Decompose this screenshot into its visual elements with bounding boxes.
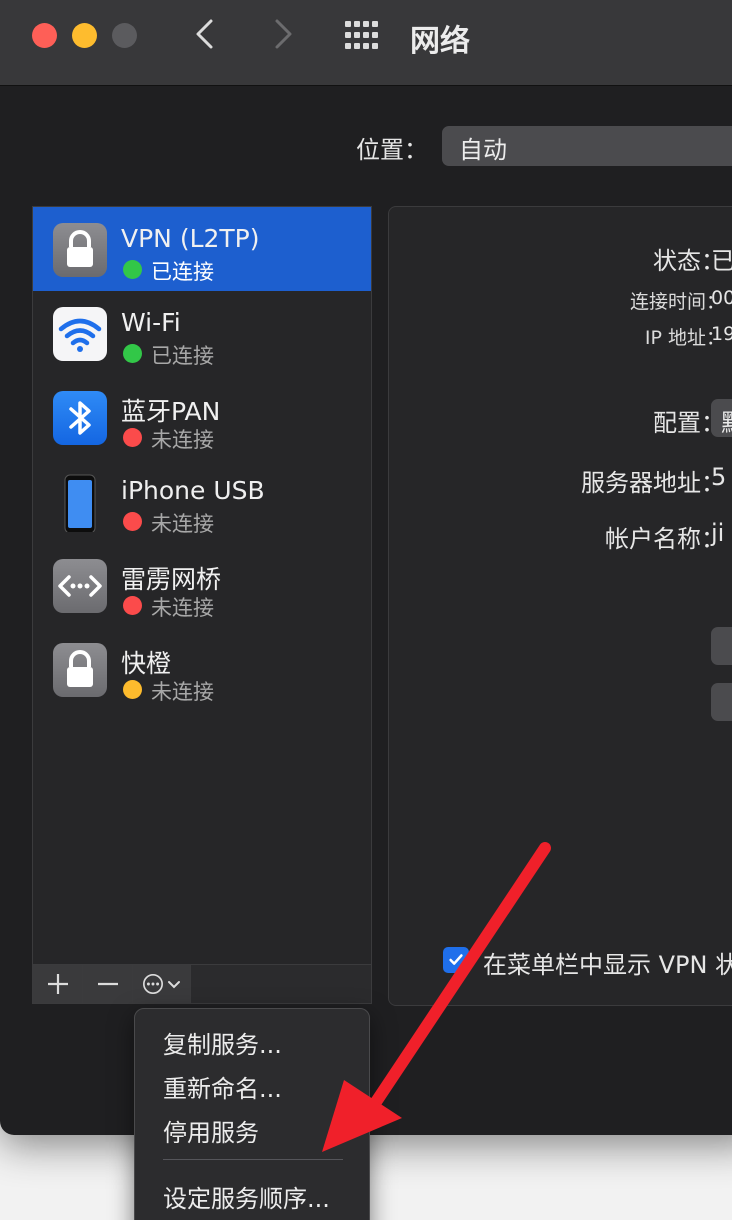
status-dot — [123, 680, 142, 699]
checkmark-icon — [449, 954, 463, 965]
menu-item-rename-service[interactable]: 重新命名... — [163, 1069, 282, 1104]
network-preferences-window: 网络 位置： 自动 VPN (L2TP) 已连接 Wi-Fi 已连接 蓝牙PAN… — [0, 0, 732, 1135]
service-item-iphone-usb[interactable]: iPhone USB 未连接 — [33, 459, 371, 543]
service-name: VPN (L2TP) — [121, 224, 260, 253]
ip-address-value: 19 — [711, 323, 732, 345]
authentication-settings-button[interactable] — [711, 627, 732, 665]
service-status: 未连接 — [151, 596, 214, 620]
show-all-button[interactable] — [344, 20, 380, 50]
bluetooth-icon — [53, 391, 107, 445]
forward-button[interactable] — [262, 14, 302, 54]
add-service-button[interactable] — [33, 965, 83, 1003]
account-name-label: 帐户名称： — [605, 525, 725, 553]
status-dot — [123, 428, 142, 447]
window-title: 网络 — [410, 24, 470, 59]
plus-icon — [47, 974, 68, 994]
service-name: Wi-Fi — [121, 308, 181, 337]
show-vpn-status-row: 在菜单栏中显示 VPN 状 — [389, 907, 732, 1007]
action-menu-button[interactable] — [133, 965, 191, 1003]
grid-icon — [345, 21, 378, 49]
zoom-window-button[interactable] — [112, 23, 137, 48]
back-button[interactable] — [186, 14, 226, 54]
account-name-field[interactable]: ji — [711, 519, 724, 547]
server-address-field[interactable]: 5 — [711, 463, 726, 491]
service-status: 未连接 — [151, 428, 214, 452]
location-label: 位置： — [356, 136, 428, 164]
chevron-down-icon — [168, 981, 180, 989]
disconnect-button[interactable] — [711, 683, 732, 721]
service-status: 未连接 — [151, 680, 214, 704]
server-address-label: 服务器地址： — [581, 469, 725, 497]
menu-separator — [163, 1159, 343, 1160]
status-dot — [123, 260, 142, 279]
remove-service-button[interactable] — [83, 965, 133, 1003]
status-value: 已 — [711, 247, 732, 275]
service-item-kuaicheng[interactable]: 快橙 未连接 — [33, 627, 371, 711]
service-name: 快橙 — [121, 649, 172, 678]
minus-icon — [97, 982, 118, 986]
show-vpn-status-label: 在菜单栏中显示 VPN 状 — [483, 951, 732, 979]
chevron-left-icon — [196, 19, 213, 49]
configuration-value: 默 — [721, 403, 732, 438]
connect-time-value: 00 — [711, 287, 732, 309]
location-select[interactable]: 自动 — [442, 126, 732, 166]
iphone-icon — [53, 474, 107, 532]
service-detail-panel: 状态： 已 连接时间： 00 IP 地址： 19 配置： 默 服务器地址： 5 … — [388, 206, 732, 1006]
thunderbolt-bridge-icon — [53, 559, 107, 613]
service-status: 已连接 — [151, 260, 214, 284]
ellipsis-circle-icon — [143, 974, 163, 994]
service-status: 已连接 — [151, 344, 214, 368]
service-item-bluetooth-pan[interactable]: 蓝牙PAN 未连接 — [33, 375, 371, 459]
service-list-toolbar — [32, 964, 372, 1004]
menu-item-deactivate-service[interactable]: 停用服务 — [163, 1113, 259, 1148]
configuration-select[interactable]: 默 — [711, 399, 732, 437]
close-window-button[interactable] — [32, 23, 57, 48]
service-item-thunderbolt-bridge[interactable]: 雷雳网桥 未连接 — [33, 543, 371, 627]
lock-icon — [53, 643, 107, 697]
minimize-window-button[interactable] — [72, 23, 97, 48]
service-status: 未连接 — [151, 512, 214, 536]
title-bar: 网络 — [0, 0, 732, 86]
service-list: VPN (L2TP) 已连接 Wi-Fi 已连接 蓝牙PAN 未连接 iPhon… — [32, 206, 372, 966]
status-dot — [123, 596, 142, 615]
show-vpn-status-checkbox[interactable] — [443, 947, 469, 973]
service-item-vpn[interactable]: VPN (L2TP) 已连接 — [33, 207, 371, 291]
service-item-wifi[interactable]: Wi-Fi 已连接 — [33, 291, 371, 375]
wifi-icon — [53, 307, 107, 361]
menu-item-set-service-order[interactable]: 设定服务顺序... — [163, 1179, 330, 1214]
service-name: iPhone USB — [121, 476, 265, 505]
chevron-right-icon — [275, 19, 292, 49]
menu-item-duplicate-service[interactable]: 复制服务... — [163, 1025, 282, 1060]
service-name: 蓝牙PAN — [121, 397, 221, 426]
status-dot — [123, 512, 142, 531]
service-actions-menu: 复制服务... 重新命名... 停用服务 设定服务顺序... — [134, 1008, 370, 1220]
status-dot — [123, 344, 142, 363]
service-name: 雷雳网桥 — [121, 565, 222, 594]
lock-icon — [53, 223, 107, 277]
